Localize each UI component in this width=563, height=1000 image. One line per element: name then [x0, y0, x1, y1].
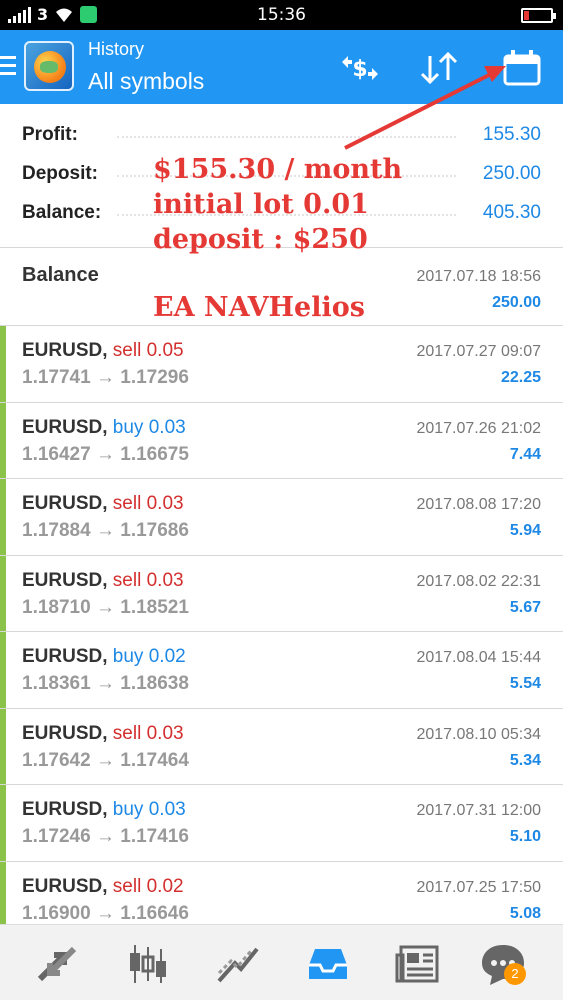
- annotation-arrow: [344, 66, 506, 150]
- quotes-icon[interactable]: [32, 939, 82, 989]
- news-icon[interactable]: [393, 939, 443, 989]
- history-icon[interactable]: [303, 939, 353, 989]
- messages-button[interactable]: 2: [478, 939, 528, 989]
- bottom-nav: 2: [0, 924, 563, 1000]
- chart-icon[interactable]: [123, 939, 173, 989]
- messages-badge: 2: [504, 963, 526, 985]
- trade-icon[interactable]: [213, 939, 263, 989]
